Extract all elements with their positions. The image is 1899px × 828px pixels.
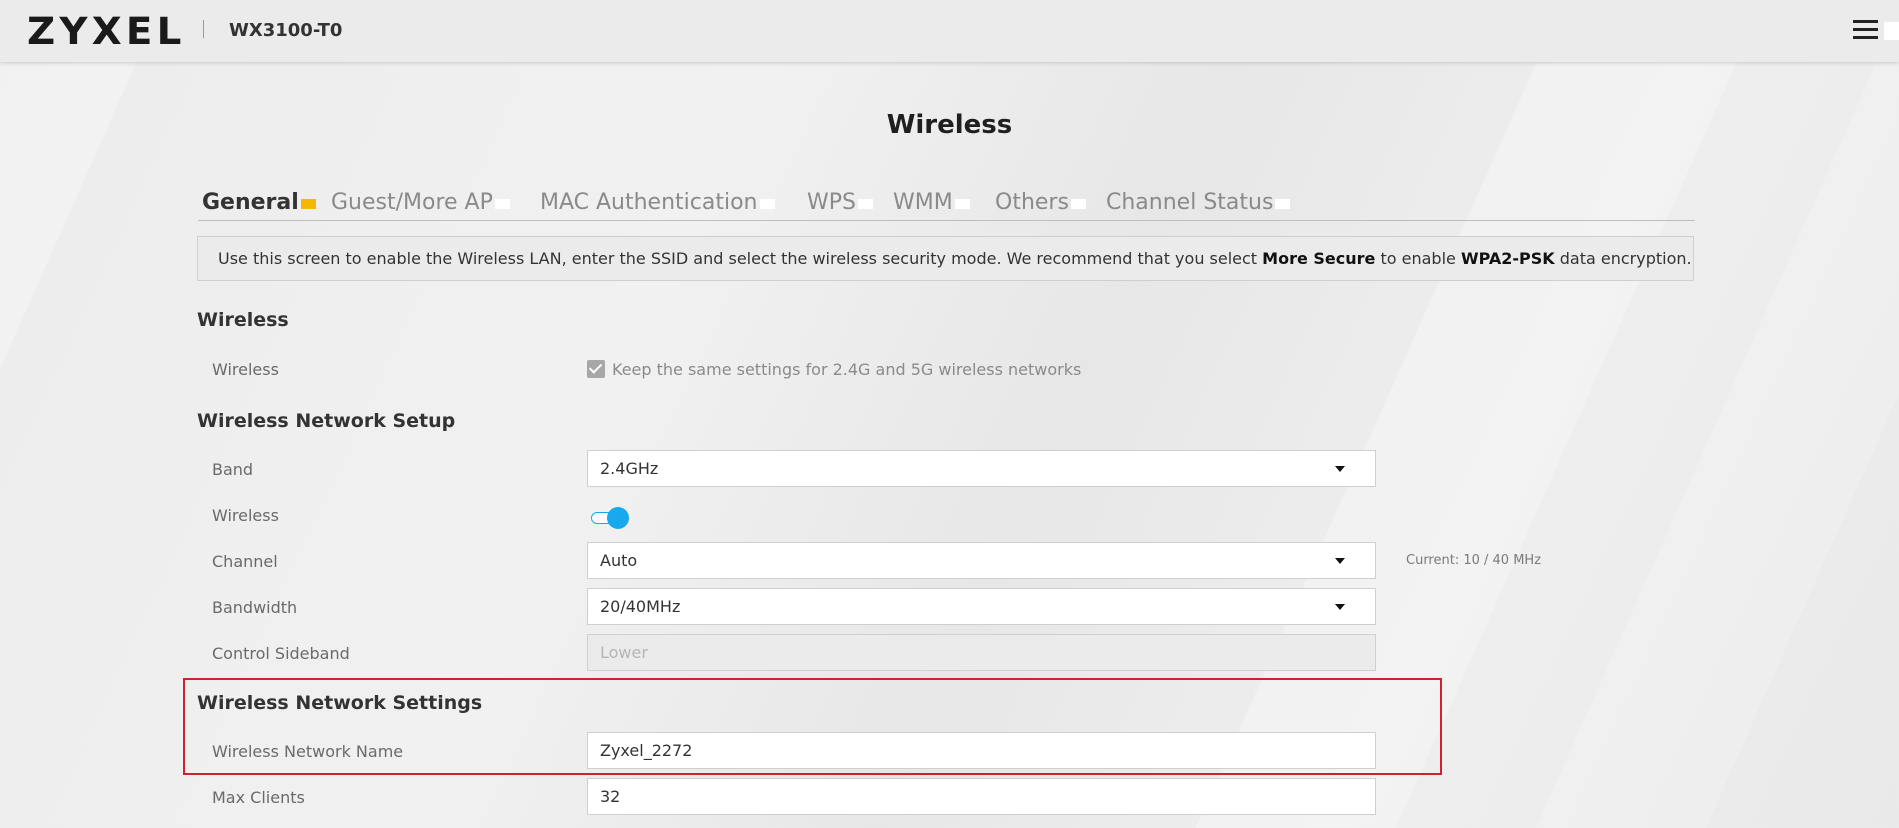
channel-value: Auto — [600, 551, 638, 570]
channel-label: Channel — [212, 552, 278, 571]
tab-channel-status[interactable]: Channel Status — [1106, 190, 1291, 215]
tab-others[interactable]: Others — [995, 190, 1086, 215]
chevron-down-icon — [1335, 558, 1345, 564]
page-title: Wireless — [886, 110, 1013, 140]
tab-mac-authentication[interactable]: MAC Authentication — [540, 190, 775, 215]
band-label: Band — [212, 460, 254, 479]
control-sideband-label: Control Sideband — [212, 644, 350, 663]
chevron-down-icon — [1335, 466, 1345, 472]
max-clients-input[interactable]: 32 — [587, 778, 1376, 815]
control-sideband-field: Lower — [587, 634, 1376, 671]
hamburger-menu-icon[interactable] — [1853, 20, 1878, 40]
tab-wps[interactable]: WPS — [807, 190, 873, 215]
tab-wmm[interactable]: WMM — [893, 190, 970, 215]
network-name-input[interactable]: Zyxel_2272 — [587, 732, 1376, 769]
bandwidth-select[interactable]: 20/40MHz — [587, 588, 1376, 625]
info-banner: Use this screen to enable the Wireless L… — [197, 236, 1694, 281]
edge-marker — [1884, 22, 1899, 40]
top-bar: ZYXEL WX3100-T0 — [0, 0, 1899, 62]
section-title-network-setup: Wireless Network Setup — [197, 410, 456, 432]
chevron-down-icon — [1335, 604, 1345, 610]
header-divider — [203, 20, 204, 38]
network-name-label: Wireless Network Name — [212, 742, 404, 761]
section-title-network-settings: Wireless Network Settings — [197, 692, 483, 714]
tab-general[interactable]: General — [202, 190, 316, 215]
model-name: WX3100-T0 — [229, 20, 343, 41]
section-title-wireless: Wireless — [197, 309, 289, 331]
keep-same-settings-checkbox[interactable] — [587, 360, 605, 378]
wireless-toggle-label: Wireless — [212, 506, 279, 525]
band-select[interactable]: 2.4GHz — [587, 450, 1376, 487]
max-clients-label: Max Clients — [212, 788, 305, 807]
wireless-toggle[interactable] — [591, 507, 631, 529]
tab-guest-more-ap[interactable]: Guest/More AP — [331, 190, 510, 215]
tab-bar: General Guest/More AP MAC Authentication… — [198, 190, 1695, 221]
toggle-knob — [607, 507, 629, 529]
bandwidth-label: Bandwidth — [212, 598, 298, 617]
zyxel-logo[interactable]: ZYXEL — [27, 10, 186, 53]
keep-same-settings-label: Keep the same settings for 2.4G and 5G w… — [612, 360, 1082, 379]
bandwidth-value: 20/40MHz — [600, 597, 681, 616]
channel-select[interactable]: Auto — [587, 542, 1376, 579]
channel-current-status: Current: 10 / 40 MHz — [1406, 553, 1542, 568]
wireless-label: Wireless — [212, 360, 279, 379]
band-value: 2.4GHz — [600, 459, 659, 478]
